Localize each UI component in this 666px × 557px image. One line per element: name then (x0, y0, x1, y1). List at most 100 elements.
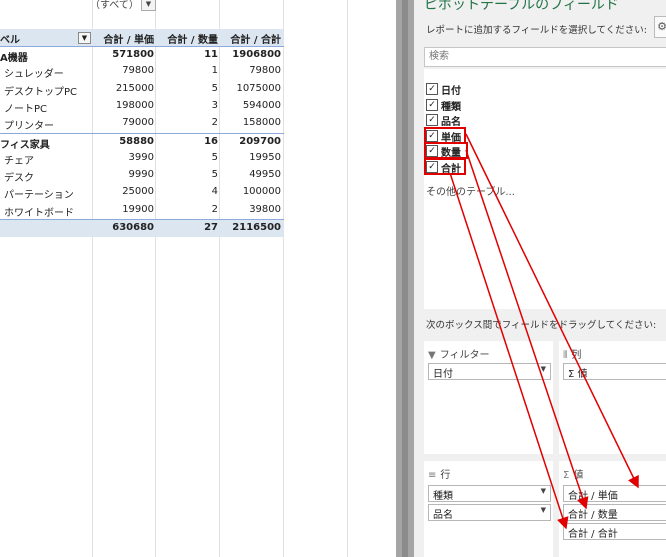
filter-icon: ▼ (428, 350, 436, 361)
sum-price-cell: 9990 (128, 169, 154, 181)
sum-price-cell: 58880 (119, 135, 154, 147)
other-tables-link[interactable]: その他のテーブル... (426, 183, 515, 198)
columns-chip-label: Σ 値 (568, 369, 588, 380)
pivot-item-row[interactable]: デスク 9990 5 49950 (0, 167, 284, 184)
filter-area[interactable]: ▼ フィルター 日付 ▼ (424, 341, 553, 454)
chevron-down-icon[interactable]: ▼ (541, 506, 546, 514)
row-label-cell: プリンター (4, 121, 54, 133)
sum-total-cell: 594000 (242, 99, 281, 111)
header-sum-total: 合計 / 合計 (230, 35, 281, 46)
report-filter-value: （すべて） (90, 0, 139, 11)
chevron-down-icon[interactable]: ▼ (541, 487, 546, 495)
columns-chip[interactable]: Σ 値 (563, 363, 666, 380)
sum-total-cell: 158000 (242, 117, 281, 129)
row-label-cell: フィス家具 (0, 139, 50, 151)
row-label-cell: ノートPC (4, 103, 48, 115)
rows-icon: ≡ (428, 470, 437, 481)
sum-qty-cell: 5 (211, 169, 218, 181)
sum-price-cell: 79800 (122, 65, 154, 77)
values-area[interactable]: Σ値 合計 / 単価 合計 / 数量 合計 / 合計 (559, 461, 666, 557)
sum-price-cell: 25000 (122, 186, 154, 198)
sum-price-cell: 198000 (115, 99, 154, 111)
rows-chip-label: 種類 (433, 491, 453, 502)
sum-price-cell: 3990 (128, 151, 154, 163)
rows-area-header: ≡ 行 (428, 466, 450, 481)
sum-total-cell: 1075000 (236, 82, 281, 94)
row-label-cell: A機器 (0, 53, 28, 64)
highlight-box (424, 157, 466, 175)
pivot-item-row[interactable]: パーテーション 25000 4 100000 (0, 184, 284, 201)
field-checkbox[interactable]: ✓ (426, 83, 438, 95)
field-checkbox[interactable]: ✓ (426, 98, 438, 111)
pane-title: ピボットテーブルのフィールド (424, 0, 619, 13)
pivot-item-row[interactable]: ホワイトボード 19900 2 39800 (0, 202, 284, 219)
sigma-icon: Σ (563, 470, 570, 481)
filter-area-header: ▼ フィルター (428, 346, 490, 361)
tools-gear-icon[interactable]: ⚙ (654, 16, 666, 38)
columns-area-header: ⦀ 列 (563, 346, 581, 361)
sum-price-cell: 630680 (112, 222, 154, 233)
sum-qty-cell: 1 (211, 65, 218, 77)
sum-qty-cell: 2 (211, 117, 218, 129)
sum-total-cell: 209700 (239, 135, 281, 147)
pivot-item-row[interactable]: デスクトップPC 215000 5 1075000 (0, 81, 284, 98)
columns-area[interactable]: ⦀ 列 Σ 値 (559, 341, 666, 454)
values-area-title: 値 (573, 470, 584, 481)
values-chip[interactable]: 合計 / 合計 (563, 523, 666, 540)
pivot-item-row[interactable]: プリンター 79000 2 158000 (0, 115, 284, 132)
drag-hint: 次のボックス間でフィールドをドラッグしてください: (426, 320, 657, 331)
pivot-item-row[interactable]: ノートPC 198000 3 594000 (0, 98, 284, 115)
row-label-header: ベル (0, 35, 20, 46)
sum-price-cell: 79000 (122, 117, 154, 129)
field-search-input[interactable] (425, 48, 659, 64)
pivot-header-row: ベル ▼ 合計 / 単価 合計 / 数量 合計 / 合計 (0, 29, 284, 47)
row-label-cell: チェア (4, 155, 34, 167)
rows-chip[interactable]: 種類 ▼ (428, 485, 551, 502)
sum-qty-cell: 3 (211, 99, 218, 111)
rows-area[interactable]: ≡ 行 種類 ▼ 品名 ▼ (424, 461, 553, 557)
values-area-header: Σ値 (563, 466, 583, 481)
sum-total-cell: 2116500 (232, 222, 281, 233)
gridline (347, 0, 348, 557)
columns-icon: ⦀ (563, 350, 568, 361)
field-list: その他のテーブル... ✓ 日付 ✓ 種類 ✓ 品名 ✓ 単価 ✓ 数量 ✓ 合計 (424, 69, 666, 309)
field-checkbox[interactable]: ✓ (426, 114, 438, 126)
field-search-box[interactable] (424, 47, 666, 67)
rows-chip-label: 品名 (433, 510, 453, 521)
values-chip[interactable]: 合計 / 単価 (563, 485, 666, 502)
sum-qty-cell: 2 (211, 203, 218, 215)
pivot-grand-total-row[interactable]: 630680 27 2116500 (0, 219, 284, 237)
pivot-item-row[interactable]: シュレッダー 79800 1 79800 (0, 63, 284, 80)
pane-divider-grip[interactable] (402, 0, 408, 557)
rows-area-title: 行 (440, 470, 451, 481)
row-label-cell: シュレッダー (4, 69, 64, 81)
row-label-cell: デスク (4, 173, 34, 185)
pivot-item-row[interactable]: チェア 3990 5 19950 (0, 150, 284, 167)
spreadsheet-grid[interactable]: （すべて） ▼ ベル ▼ 合計 / 単価 合計 / 数量 合計 / 合計 A機器… (0, 0, 396, 557)
sum-total-cell: 1906800 (232, 49, 281, 60)
field-label: 種類 (441, 101, 461, 113)
values-chip[interactable]: 合計 / 数量 (563, 504, 666, 521)
filter-chip[interactable]: 日付 ▼ (428, 363, 551, 380)
values-chip-label: 合計 / 単価 (568, 491, 618, 502)
pane-subtitle: レポートに追加するフィールドを選択してください: (426, 25, 647, 36)
sum-total-cell: 49950 (249, 169, 281, 181)
field-label: 日付 (441, 86, 461, 97)
highlight-box (424, 142, 468, 159)
sum-total-cell: 100000 (242, 186, 281, 198)
pivot-field-pane: ピボットテーブルのフィールド レポートに追加するフィールドを選択してください: … (414, 0, 666, 557)
sum-qty-cell: 5 (211, 151, 218, 163)
filter-dropdown-button[interactable]: ▼ (141, 0, 156, 11)
sum-total-cell: 79800 (249, 65, 281, 77)
pivot-group-row[interactable]: A機器 571800 11 1906800 (0, 46, 284, 64)
sum-qty-cell: 16 (204, 135, 218, 147)
chevron-down-icon[interactable]: ▼ (541, 365, 546, 373)
highlight-box (424, 126, 466, 144)
sum-total-cell: 19950 (249, 151, 281, 163)
pivot-group-row[interactable]: フィス家具 58880 16 209700 (0, 132, 284, 151)
sum-price-cell: 215000 (115, 82, 154, 94)
filter-chip-label: 日付 (433, 369, 453, 380)
sum-price-cell: 19900 (122, 203, 154, 215)
rows-chip[interactable]: 品名 ▼ (428, 504, 551, 521)
report-filter-row: （すべて） ▼ (0, 0, 160, 11)
